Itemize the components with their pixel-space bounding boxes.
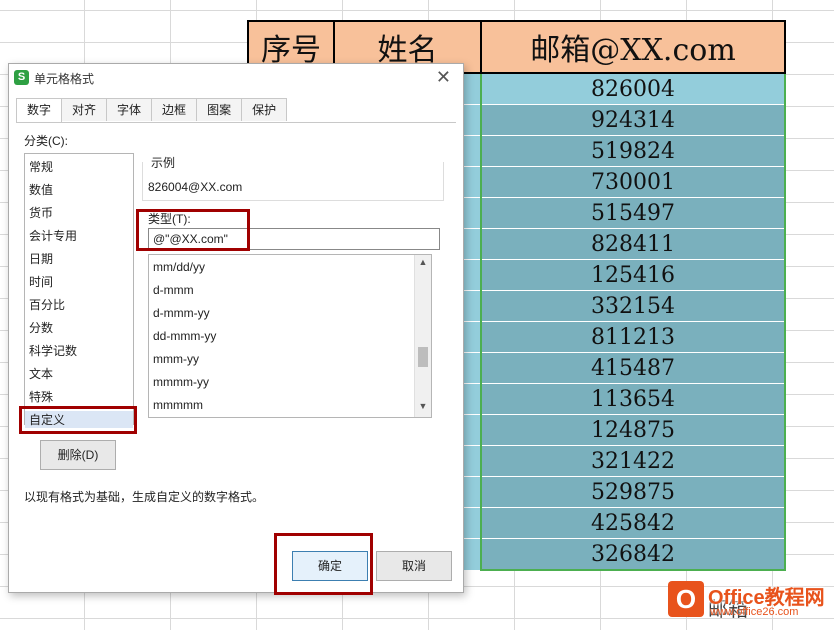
watermark-url: www.office26.com <box>710 606 799 618</box>
format-list-scrollbar[interactable]: ▲ ▼ <box>414 255 431 417</box>
email-cell[interactable]: 515497 <box>480 197 786 229</box>
highlight-type-field <box>136 209 250 251</box>
format-list[interactable]: mmmmm mmmm-yy mmm-yy dd-mmm-yy d-mmm-yy d-mmm… <box>148 254 432 418</box>
highlight-custom-category <box>19 406 137 434</box>
category-item[interactable]: 特殊 <box>29 388 53 405</box>
header-email[interactable]: 邮箱@XX.com <box>480 20 786 74</box>
email-cell[interactable]: 125416 <box>480 259 786 291</box>
wps-app-icon: S <box>14 70 29 85</box>
watermark: O Office教程网 www.office26.com <box>664 579 830 625</box>
sample-label: 示例 <box>148 154 179 171</box>
email-cell[interactable]: 730001 <box>480 166 786 198</box>
category-item[interactable]: 会计专用 <box>29 227 77 244</box>
email-cell[interactable]: 415487 <box>480 352 786 384</box>
category-item[interactable]: 货币 <box>29 204 53 221</box>
description-text: 以现有格式为基础，生成自定义的数字格式。 <box>24 490 265 504</box>
cancel-button[interactable]: 取消 <box>376 551 452 581</box>
dialog-title: 单元格格式 <box>34 72 95 86</box>
email-cell[interactable]: 529875 <box>480 476 786 508</box>
scroll-up-icon[interactable]: ▲ <box>415 257 431 271</box>
email-cell[interactable]: 332154 <box>480 290 786 322</box>
format-item[interactable]: d-mmm-yy <box>153 306 210 320</box>
category-item[interactable]: 科学记数 <box>29 342 77 359</box>
tab-panel-border <box>16 122 456 123</box>
tab-alignment[interactable]: 对齐 <box>61 98 108 121</box>
tab-font[interactable]: 字体 <box>106 98 153 121</box>
format-item[interactable]: mmmmm <box>153 398 203 412</box>
office-logo-icon: O <box>668 581 704 617</box>
category-item[interactable]: 百分比 <box>29 296 65 313</box>
category-item[interactable]: 分数 <box>29 319 53 336</box>
format-item[interactable]: mmm-yy <box>153 352 199 366</box>
highlight-ok-button <box>274 533 373 595</box>
email-cell[interactable]: 519824 <box>480 135 786 167</box>
delete-button[interactable]: 删除(D) <box>40 440 116 470</box>
tab-bar: 数字 对齐 字体 边框 图案 保护 <box>16 98 288 123</box>
email-cell[interactable]: 811213 <box>480 321 786 353</box>
email-cell[interactable]: 425842 <box>480 507 786 539</box>
tab-number[interactable]: 数字 <box>16 98 63 123</box>
scroll-down-icon[interactable]: ▼ <box>415 401 431 415</box>
format-item[interactable]: mmmm-yy <box>153 375 209 389</box>
email-cell[interactable]: 124875 <box>480 414 786 446</box>
email-cell[interactable]: 826004 <box>480 72 786 105</box>
scroll-thumb[interactable] <box>418 347 428 367</box>
email-cell[interactable]: 326842 <box>480 538 786 571</box>
tab-protection[interactable]: 保护 <box>241 98 288 121</box>
category-item[interactable]: 数值 <box>29 181 53 198</box>
tab-border[interactable]: 边框 <box>151 98 198 121</box>
category-item[interactable]: 日期 <box>29 250 53 267</box>
dialog-titlebar[interactable]: S 单元格格式 ✕ <box>9 64 463 90</box>
format-item[interactable]: mm/dd/yy <box>153 260 205 274</box>
email-cell[interactable]: 828411 <box>480 228 786 260</box>
email-cell[interactable]: 924314 <box>480 104 786 136</box>
email-cell[interactable]: 113654 <box>480 383 786 415</box>
email-cell[interactable]: 321422 <box>480 445 786 477</box>
tab-pattern[interactable]: 图案 <box>196 98 243 121</box>
category-item[interactable]: 时间 <box>29 273 53 290</box>
sample-value: 826004@XX.com <box>148 180 243 194</box>
close-icon[interactable]: ✕ <box>436 67 451 88</box>
category-item[interactable]: 文本 <box>29 365 53 382</box>
format-cells-dialog: S 单元格格式 ✕ 数字 对齐 字体 边框 图案 保护 分类(C): 常规数值货… <box>8 63 464 593</box>
format-item[interactable]: d-mmm <box>153 283 194 297</box>
category-item[interactable]: 常规 <box>29 158 53 175</box>
category-label: 分类(C): <box>24 134 68 148</box>
format-item[interactable]: dd-mmm-yy <box>153 329 216 343</box>
category-list[interactable]: 常规 数值 货币 会计专用 日期 时间 百分比 分数 科学记数 文本 特殊 自定义 <box>24 153 134 428</box>
